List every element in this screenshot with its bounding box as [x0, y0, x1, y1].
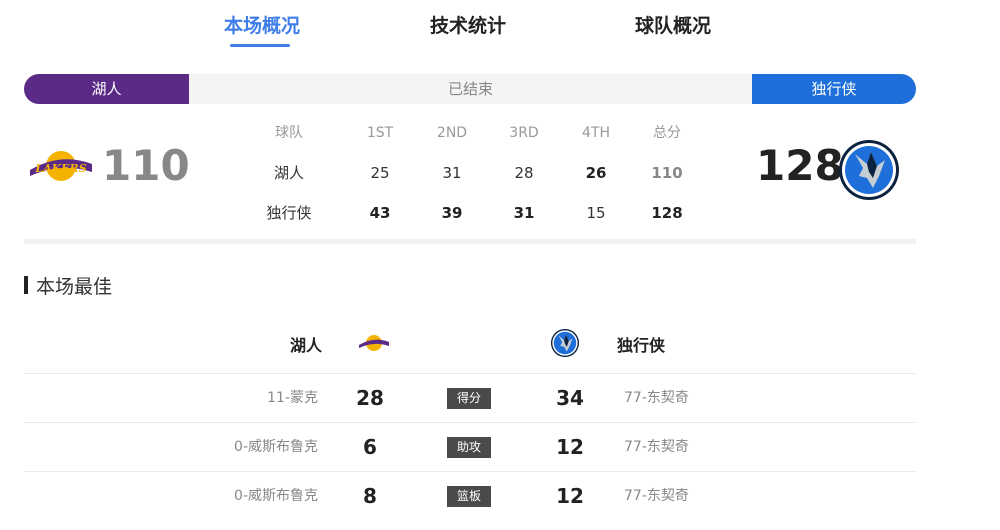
- mavericks-logo-icon: [550, 328, 580, 358]
- section-marker: [24, 276, 28, 294]
- quarter-header-row: 球队 1ST 2ND 3RD 4TH 总分: [244, 118, 704, 158]
- best-away-player[interactable]: 77-东契奇: [624, 374, 689, 422]
- quarter-total-cell: 128: [651, 204, 683, 222]
- best-row-assists: 0-威斯布鲁克 6 助攻 12 77-东契奇: [24, 422, 916, 471]
- quarter-header-4th: 4TH: [582, 125, 610, 141]
- best-home-player[interactable]: 0-威斯布鲁克: [234, 423, 318, 471]
- quarter-score-table: 球队 1ST 2ND 3RD 4TH 总分 湖人 25 31 28 26 110…: [244, 118, 704, 238]
- quarter-header-total: 总分: [653, 125, 681, 141]
- quarter-header-3rd: 3RD: [509, 125, 539, 141]
- quarter-header-2nd: 2ND: [436, 125, 468, 141]
- best-home-team-name: 湖人: [290, 336, 323, 355]
- away-total-score: 128: [756, 141, 844, 190]
- away-team-pill: 独行侠: [752, 74, 916, 104]
- stat-category-badge: 得分: [447, 388, 491, 409]
- best-home-player[interactable]: 0-威斯布鲁克: [234, 472, 318, 520]
- tab-team-overview[interactable]: 球队概况: [635, 11, 711, 38]
- best-row-rebounds: 0-威斯布鲁克 8 篮板 12 77-东契奇: [24, 471, 916, 520]
- best-away-player[interactable]: 77-东契奇: [624, 472, 689, 520]
- active-tab-indicator: [230, 44, 290, 47]
- scoreboard: LAKERS 110 球队 1ST 2ND 3RD 4TH 总分 湖人 25 3…: [24, 112, 916, 240]
- home-team-pill: 湖人: [24, 74, 189, 104]
- best-row-points: 11-蒙克 28 得分 34 77-东契奇: [24, 373, 916, 422]
- quarter-row-away: 独行侠 43 39 31 15 128: [244, 198, 704, 238]
- quarter-cell: 39: [441, 204, 463, 222]
- best-home-value: 28: [356, 386, 384, 410]
- lakers-logo-icon: [359, 335, 389, 351]
- stat-category-badge: 助攻: [447, 437, 491, 458]
- quarter-cell: 28: [514, 164, 534, 182]
- best-away-value: 34: [556, 386, 584, 410]
- best-away-team-name: 独行侠: [617, 336, 666, 355]
- best-away-value: 12: [556, 484, 584, 508]
- section-divider: [24, 239, 916, 244]
- best-home-value: 6: [363, 435, 377, 459]
- best-away-value: 12: [556, 435, 584, 459]
- game-status-bar: 湖人 已结束 独行侠: [24, 74, 916, 104]
- quarter-cell: 25: [370, 164, 390, 182]
- quarter-row-team: 湖人: [273, 164, 304, 182]
- home-total-score: 110: [102, 141, 190, 190]
- quarter-cell: 31: [513, 204, 535, 222]
- best-home-value: 8: [363, 484, 377, 508]
- best-section-title: 本场最佳: [24, 273, 113, 298]
- stat-category-badge: 篮板: [447, 486, 491, 507]
- best-header: 湖人 独行侠: [24, 326, 916, 360]
- quarter-cell: 15: [586, 204, 606, 222]
- tab-bar: 本场概况 技术统计 球队概况: [0, 0, 1000, 50]
- best-home-player[interactable]: 11-蒙克: [267, 374, 318, 422]
- best-section-label: 本场最佳: [36, 275, 113, 298]
- tab-tech-stats[interactable]: 技术统计: [430, 11, 506, 38]
- quarter-row-team: 独行侠: [266, 204, 312, 222]
- quarter-cell: 31: [442, 164, 462, 182]
- best-away-player[interactable]: 77-东契奇: [624, 423, 689, 471]
- lakers-logo-icon: LAKERS: [30, 151, 92, 181]
- quarter-header-1st: 1ST: [366, 125, 394, 141]
- svg-text:LAKERS: LAKERS: [34, 162, 86, 175]
- game-status-text: 已结束: [447, 80, 493, 98]
- mavericks-logo-icon: [839, 140, 899, 200]
- quarter-header-team: 球队: [275, 125, 303, 141]
- quarter-total-cell: 110: [651, 164, 683, 182]
- quarter-row-home: 湖人 25 31 28 26 110: [244, 158, 704, 198]
- quarter-cell: 26: [585, 164, 607, 182]
- tab-game-overview[interactable]: 本场概况: [224, 11, 300, 38]
- quarter-cell: 43: [369, 204, 391, 222]
